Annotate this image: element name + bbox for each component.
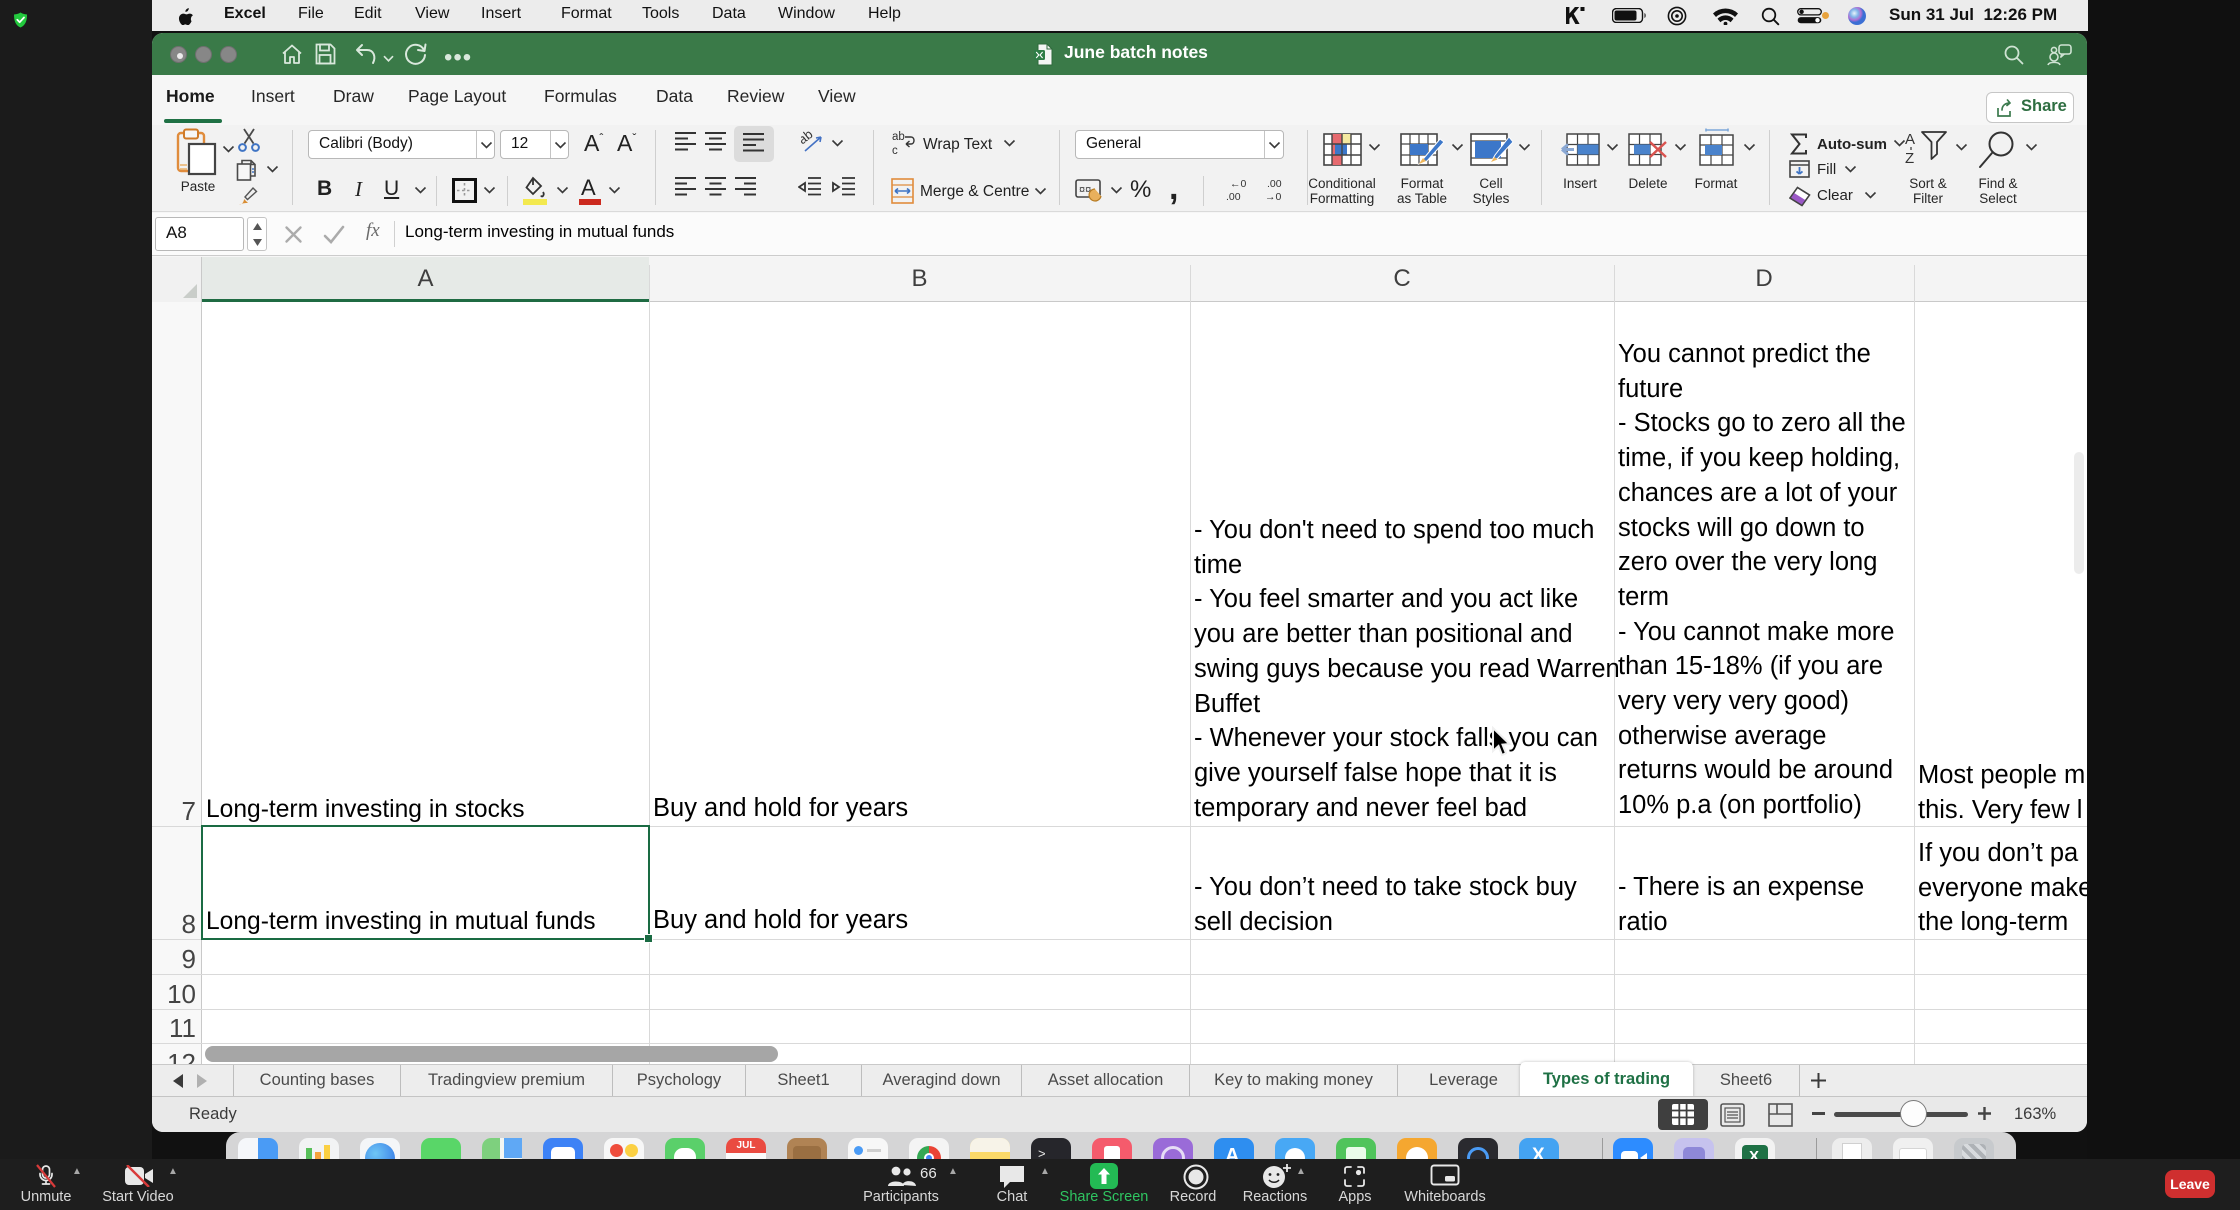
svg-text:c: c xyxy=(892,145,898,156)
svg-text:Z: Z xyxy=(1905,150,1914,167)
svg-text:.00: .00 xyxy=(1267,178,1282,190)
svg-text:→0: →0 xyxy=(1265,191,1282,203)
svg-text:ab: ab xyxy=(892,131,905,143)
svg-text:A: A xyxy=(1905,131,1915,148)
svg-text:←0: ←0 xyxy=(1230,178,1247,190)
svg-text:.00: .00 xyxy=(1226,191,1241,203)
